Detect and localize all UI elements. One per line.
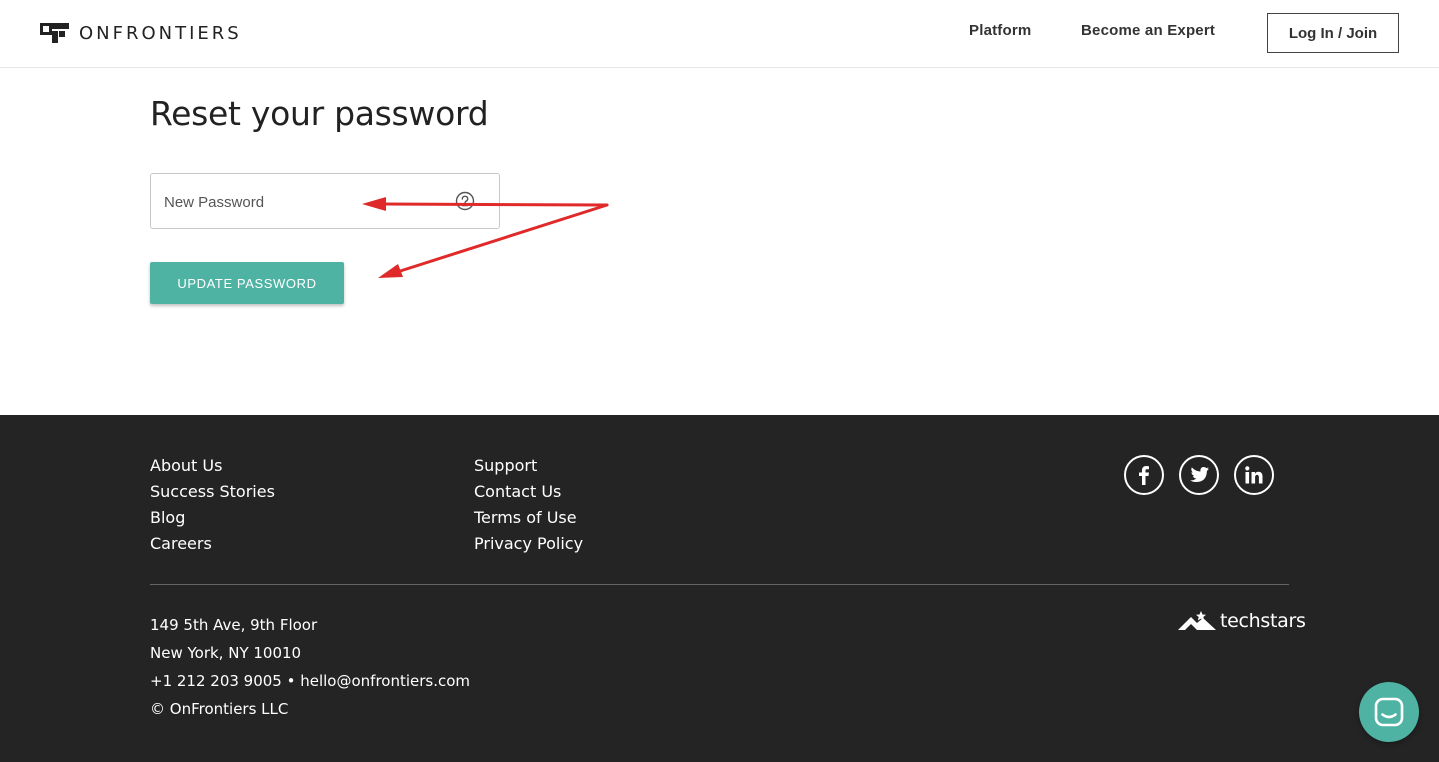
contact-line[interactable]: +1 212 203 9005 • hello@onfrontiers.com: [150, 667, 470, 695]
help-icon[interactable]: [455, 191, 475, 211]
techstars-logo[interactable]: techstars: [1178, 610, 1306, 632]
footer-links-company: About Us Success Stories Blog Careers: [150, 453, 275, 557]
footer-link-support[interactable]: Support: [474, 453, 583, 479]
twitter-icon: [1190, 467, 1209, 482]
footer-link-success-stories[interactable]: Success Stories: [150, 479, 275, 505]
footer-link-contact[interactable]: Contact Us: [474, 479, 583, 505]
footer-link-careers[interactable]: Careers: [150, 531, 275, 557]
facebook-link[interactable]: [1124, 455, 1164, 495]
page-title: Reset your password: [150, 94, 489, 133]
new-password-input[interactable]: [164, 190, 444, 214]
nav-platform[interactable]: Platform: [969, 22, 1031, 39]
logo[interactable]: ONFRONTIERS: [40, 22, 242, 44]
chat-launcher-button[interactable]: [1359, 682, 1419, 742]
address-line-1: 149 5th Ave, 9th Floor: [150, 616, 318, 634]
facebook-icon: [1139, 466, 1149, 485]
logo-text: ONFRONTIERS: [79, 22, 242, 44]
nav-become-expert[interactable]: Become an Expert: [1081, 22, 1215, 39]
onfrontiers-logo-icon: [40, 23, 69, 43]
chat-icon: [1374, 697, 1404, 727]
techstars-icon: [1178, 611, 1216, 630]
footer-link-about[interactable]: About Us: [150, 453, 275, 479]
update-password-button[interactable]: UPDATE PASSWORD: [150, 262, 344, 304]
footer-divider: [150, 584, 1289, 585]
footer-address: 149 5th Ave, 9th Floor New York, NY 1001…: [150, 611, 470, 723]
site-footer: About Us Success Stories Blog Careers Su…: [0, 415, 1439, 762]
footer-link-terms[interactable]: Terms of Use: [474, 505, 583, 531]
linkedin-link[interactable]: [1234, 455, 1274, 495]
footer-link-blog[interactable]: Blog: [150, 505, 275, 531]
login-join-button[interactable]: Log In / Join: [1267, 13, 1399, 53]
site-header: ONFRONTIERS Platform Become an Expert Lo…: [0, 0, 1439, 68]
twitter-link[interactable]: [1179, 455, 1219, 495]
footer-links-help: Support Contact Us Terms of Use Privacy …: [474, 453, 583, 557]
techstars-text: techstars: [1220, 610, 1306, 632]
address-line-2: New York, NY 10010: [150, 644, 302, 662]
linkedin-icon: [1245, 466, 1263, 484]
footer-link-privacy[interactable]: Privacy Policy: [474, 531, 583, 557]
new-password-field[interactable]: [150, 173, 500, 229]
copyright: © OnFrontiers LLC: [150, 700, 289, 718]
